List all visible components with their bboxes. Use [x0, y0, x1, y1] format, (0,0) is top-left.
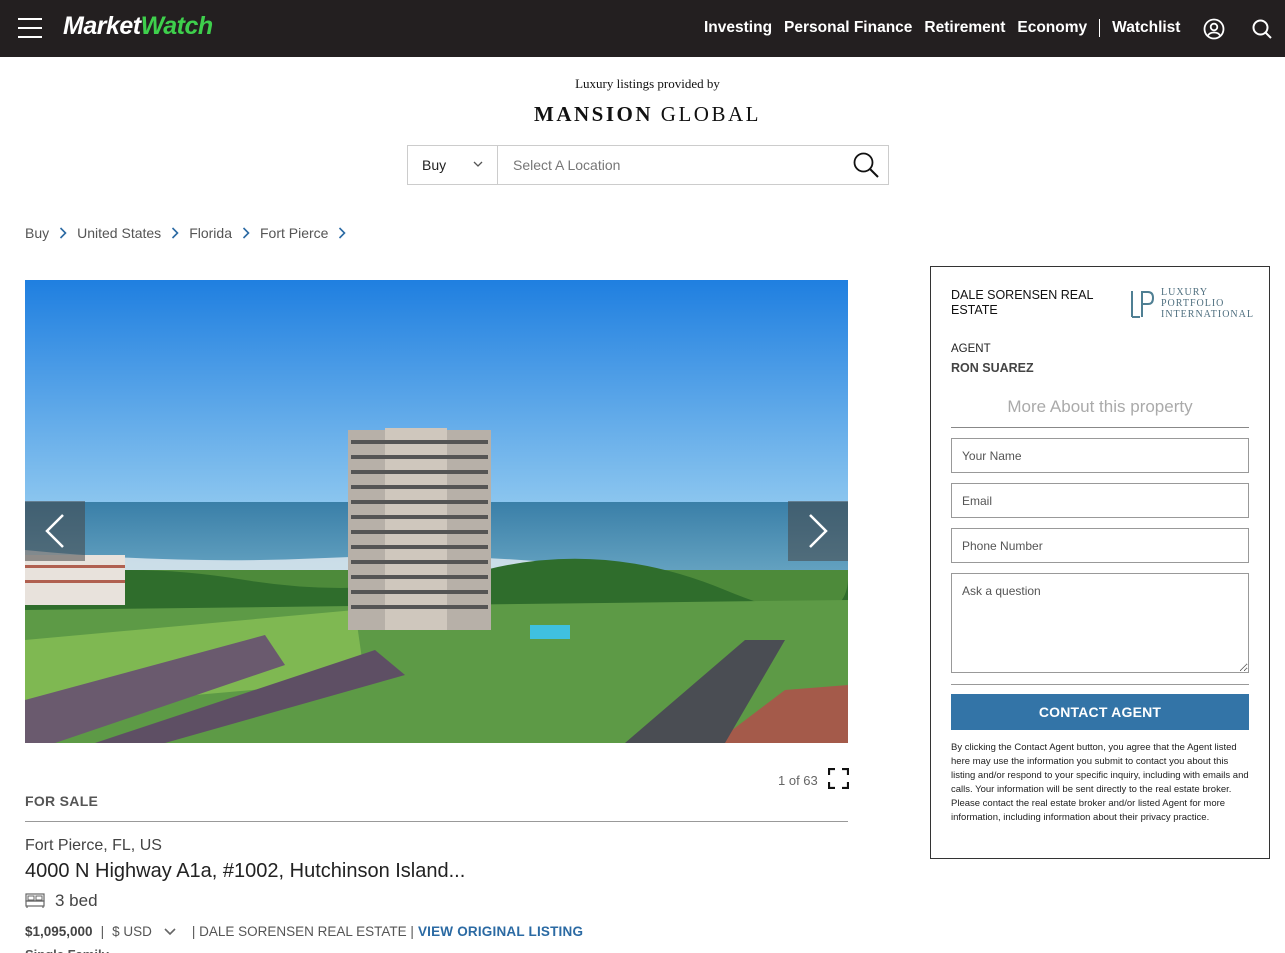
nav-investing[interactable]: Investing [704, 19, 772, 37]
divider [951, 427, 1249, 428]
lpi-line-2: PORTFOLIO [1161, 298, 1225, 309]
mansion-global-logo[interactable]: MANSION GLOBAL [0, 102, 1285, 127]
agent-label: AGENT [951, 343, 991, 355]
hamburger-icon[interactable] [18, 18, 42, 38]
chevron-right-icon [809, 514, 828, 548]
currency-select[interactable]: $ USD [112, 924, 152, 939]
beds-value: 3 bed [55, 891, 98, 910]
chevron-right-icon [172, 227, 179, 239]
chevron-left-icon [45, 514, 64, 548]
listing-price: $1,095,000 [25, 924, 93, 939]
search-icon [853, 152, 879, 178]
breadcrumb: Buy United States Florida Fort Pierce [25, 225, 356, 241]
breadcrumb-florida[interactable]: Florida [189, 225, 232, 241]
separator: | [100, 924, 105, 939]
phone-field[interactable] [951, 528, 1249, 563]
user-icon[interactable] [1203, 18, 1225, 40]
lpi-line-3: INTERNATIONAL [1161, 309, 1254, 320]
view-original-listing-link[interactable]: VIEW ORIGINAL LISTING [418, 924, 583, 939]
main-nav: Investing Personal Finance Retirement Ec… [704, 19, 1192, 37]
email-field[interactable] [951, 483, 1249, 518]
nav-watchlist[interactable]: Watchlist [1112, 19, 1180, 37]
location-search-bar: Buy [407, 145, 889, 185]
contact-agent-panel: DALE SORENSEN REAL ESTATE LUXURY PORTFOL… [930, 266, 1270, 859]
location-search-input[interactable] [498, 146, 844, 184]
question-field[interactable] [951, 573, 1249, 673]
price-line: $1,095,000 | $ USD | DALE SORENSEN REAL … [25, 924, 583, 939]
photo-counter: 1 of 63 [778, 773, 818, 788]
gallery-prev-button[interactable] [25, 501, 85, 561]
search-icon[interactable] [1251, 18, 1273, 40]
top-navigation-bar: MarketWatch Investing Personal Finance R… [0, 0, 1285, 57]
name-field[interactable] [951, 438, 1249, 473]
nav-retirement[interactable]: Retirement [924, 19, 1005, 37]
bed-icon [25, 893, 45, 908]
nav-divider [1099, 19, 1101, 37]
brand-bold: MANSION [534, 102, 654, 126]
listing-type-value: Buy [422, 157, 447, 173]
nav-economy[interactable]: Economy [1017, 19, 1087, 37]
chevron-right-icon [339, 227, 347, 239]
listing-photo-gallery[interactable] [25, 280, 848, 743]
agent-name: RON SUAREZ [951, 361, 1034, 375]
more-about-title: More About this property [1007, 397, 1193, 416]
breadcrumb-united-states[interactable]: United States [77, 225, 161, 241]
listing-photo [25, 280, 848, 743]
fullscreen-icon[interactable] [828, 768, 849, 789]
nav-personal-finance[interactable]: Personal Finance [784, 19, 912, 37]
contact-agent-button[interactable]: CONTACT AGENT [951, 694, 1249, 730]
agent-brokerage: DALE SORENSEN REAL ESTATE [951, 288, 1093, 317]
brand-light: GLOBAL [653, 102, 761, 126]
listing-address: 4000 N Highway A1a, #1002, Hutchinson Is… [25, 860, 466, 882]
breadcrumb-buy[interactable]: Buy [25, 225, 49, 241]
luxury-portfolio-logo: LUXURY PORTFOLIO INTERNATIONAL [1129, 287, 1254, 320]
lpi-line-1: LUXURY [1161, 287, 1209, 298]
chevron-right-icon [242, 227, 250, 239]
listing-beds: 3 bed [25, 891, 98, 911]
divider [951, 684, 1249, 685]
provided-by-label: Luxury listings provided by [575, 76, 720, 91]
property-type-cutoff: Single Family Home [25, 947, 145, 953]
listing-type-select[interactable]: Buy [408, 146, 498, 184]
chevron-right-icon [60, 227, 67, 239]
lp-monogram-icon [1131, 290, 1155, 318]
chevron-down-icon[interactable] [164, 927, 176, 936]
gallery-next-button[interactable] [788, 501, 848, 561]
listing-brokerage: | DALE SORENSEN REAL ESTATE | [191, 924, 414, 939]
breadcrumb-fort-pierce[interactable]: Fort Pierce [260, 225, 328, 241]
contact-disclaimer: By clicking the Contact Agent button, yo… [951, 742, 1249, 823]
logo-text-market: Market [63, 12, 141, 40]
divider [25, 821, 848, 822]
listing-status: FOR SALE [25, 793, 99, 809]
marketwatch-logo[interactable]: MarketWatch [63, 12, 213, 41]
listing-location: Fort Pierce, FL, US [25, 837, 162, 854]
chevron-down-icon [473, 161, 483, 167]
search-button[interactable] [844, 146, 888, 184]
logo-text-watch: Watch [140, 12, 214, 40]
